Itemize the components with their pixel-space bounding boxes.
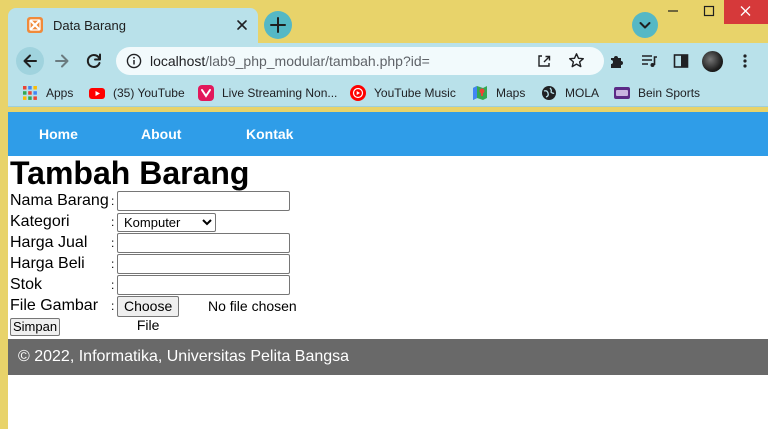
field-label: Stok bbox=[10, 276, 43, 293]
apps-grid-icon bbox=[22, 85, 38, 101]
bookmark-label: YouTube Music bbox=[374, 86, 456, 100]
tab-title: Data Barang bbox=[53, 18, 126, 33]
url-host: localhost bbox=[150, 53, 206, 69]
bookmark-vidio[interactable]: Live Streaming Non... bbox=[198, 84, 338, 102]
bookmark-youtube[interactable]: (35) YouTube bbox=[89, 84, 189, 102]
share-icon[interactable] bbox=[536, 53, 552, 69]
bookmark-label: Bein Sports bbox=[638, 86, 701, 100]
kebab-menu-icon[interactable] bbox=[736, 52, 754, 70]
field-label: File Gambar bbox=[10, 297, 99, 314]
file-status-text: No file chosen bbox=[208, 298, 297, 314]
maximize-button[interactable] bbox=[690, 0, 728, 24]
profile-avatar[interactable] bbox=[702, 51, 723, 72]
star-icon[interactable] bbox=[568, 52, 585, 69]
minimize-button[interactable] bbox=[654, 0, 692, 24]
youtube-icon bbox=[89, 85, 105, 101]
xampp-icon bbox=[27, 17, 43, 33]
youtube-music-icon bbox=[350, 85, 366, 101]
maps-icon bbox=[472, 85, 488, 101]
bookmark-apps[interactable]: Apps bbox=[22, 84, 82, 102]
page-footer: © 2022, Informatika, Universitas Pelita … bbox=[8, 339, 768, 375]
page-title: Tambah Barang bbox=[10, 155, 250, 191]
simpan-button[interactable]: Simpan bbox=[10, 318, 61, 336]
nama-barang-input[interactable] bbox=[117, 191, 290, 211]
url-text[interactable]: localhost/lab9_php_modular/tambah.php?id… bbox=[150, 53, 430, 69]
browser-toolbar: localhost/lab9_php_modular/tambah.php?id… bbox=[8, 43, 768, 79]
separator: : bbox=[111, 236, 115, 250]
separator: : bbox=[111, 299, 115, 313]
field-label: Harga Jual bbox=[10, 234, 88, 251]
separator: : bbox=[111, 215, 115, 229]
side-panel-icon[interactable] bbox=[672, 52, 690, 70]
bookmark-mola[interactable]: MOLA bbox=[541, 84, 601, 102]
separator: : bbox=[111, 257, 115, 271]
kategori-select[interactable]: Komputer bbox=[117, 213, 216, 232]
harga-beli-input[interactable] bbox=[117, 254, 290, 274]
bookmark-youtube-music[interactable]: YouTube Music bbox=[350, 84, 460, 102]
choose-file-button[interactable]: Choose File bbox=[117, 296, 180, 333]
field-label: Harga Beli bbox=[10, 255, 85, 272]
vidio-icon bbox=[198, 85, 214, 101]
stok-input[interactable] bbox=[117, 275, 290, 295]
close-tab-icon[interactable] bbox=[234, 17, 250, 33]
tab-strip: Data Barang bbox=[0, 0, 768, 43]
nav-link-home[interactable]: Home bbox=[39, 126, 78, 142]
bookmarks-bar: Apps (35) YouTube Live Streaming Non... … bbox=[8, 79, 768, 107]
info-icon[interactable] bbox=[126, 53, 142, 69]
arrow-right-icon bbox=[55, 54, 69, 68]
separator: : bbox=[111, 278, 115, 292]
separator: : bbox=[111, 194, 115, 208]
field-label: Nama Barang bbox=[10, 192, 109, 209]
media-queue-icon[interactable] bbox=[640, 52, 658, 70]
site-nav: Home About Kontak bbox=[8, 112, 768, 156]
url-path: /lab9_php_modular/tambah.php?id= bbox=[205, 53, 430, 69]
address-bar[interactable]: localhost/lab9_php_modular/tambah.php?id… bbox=[116, 47, 604, 75]
globe-icon bbox=[541, 85, 557, 101]
new-tab-button[interactable] bbox=[264, 11, 292, 39]
arrow-left-icon bbox=[23, 54, 37, 68]
field-label: Kategori bbox=[10, 213, 70, 230]
bookmark-label: Apps bbox=[46, 86, 74, 100]
browser-tab[interactable]: Data Barang bbox=[8, 8, 258, 43]
page-viewport: Home About Kontak Tambah Barang Nama Bar… bbox=[8, 112, 768, 429]
forward-button[interactable] bbox=[48, 47, 76, 75]
reload-button[interactable] bbox=[80, 47, 108, 75]
reload-icon bbox=[86, 53, 101, 68]
bookmark-label: MOLA bbox=[565, 86, 600, 100]
bookmark-label: Live Streaming Non... bbox=[222, 86, 338, 100]
bookmark-label: Maps bbox=[496, 86, 526, 100]
nav-link-about[interactable]: About bbox=[141, 126, 181, 142]
bookmark-label: (35) YouTube bbox=[113, 86, 185, 100]
nav-link-kontak[interactable]: Kontak bbox=[246, 126, 293, 142]
footer-text: © 2022, Informatika, Universitas Pelita … bbox=[18, 348, 350, 365]
back-button[interactable] bbox=[16, 47, 44, 75]
window-close-button[interactable] bbox=[724, 0, 768, 24]
extensions-puzzle-icon[interactable] bbox=[608, 52, 626, 70]
harga-jual-input[interactable] bbox=[117, 233, 290, 253]
bookmark-maps[interactable]: Maps bbox=[472, 84, 532, 102]
bookmark-bein[interactable]: Bein Sports bbox=[614, 84, 704, 102]
bein-icon bbox=[614, 85, 630, 101]
